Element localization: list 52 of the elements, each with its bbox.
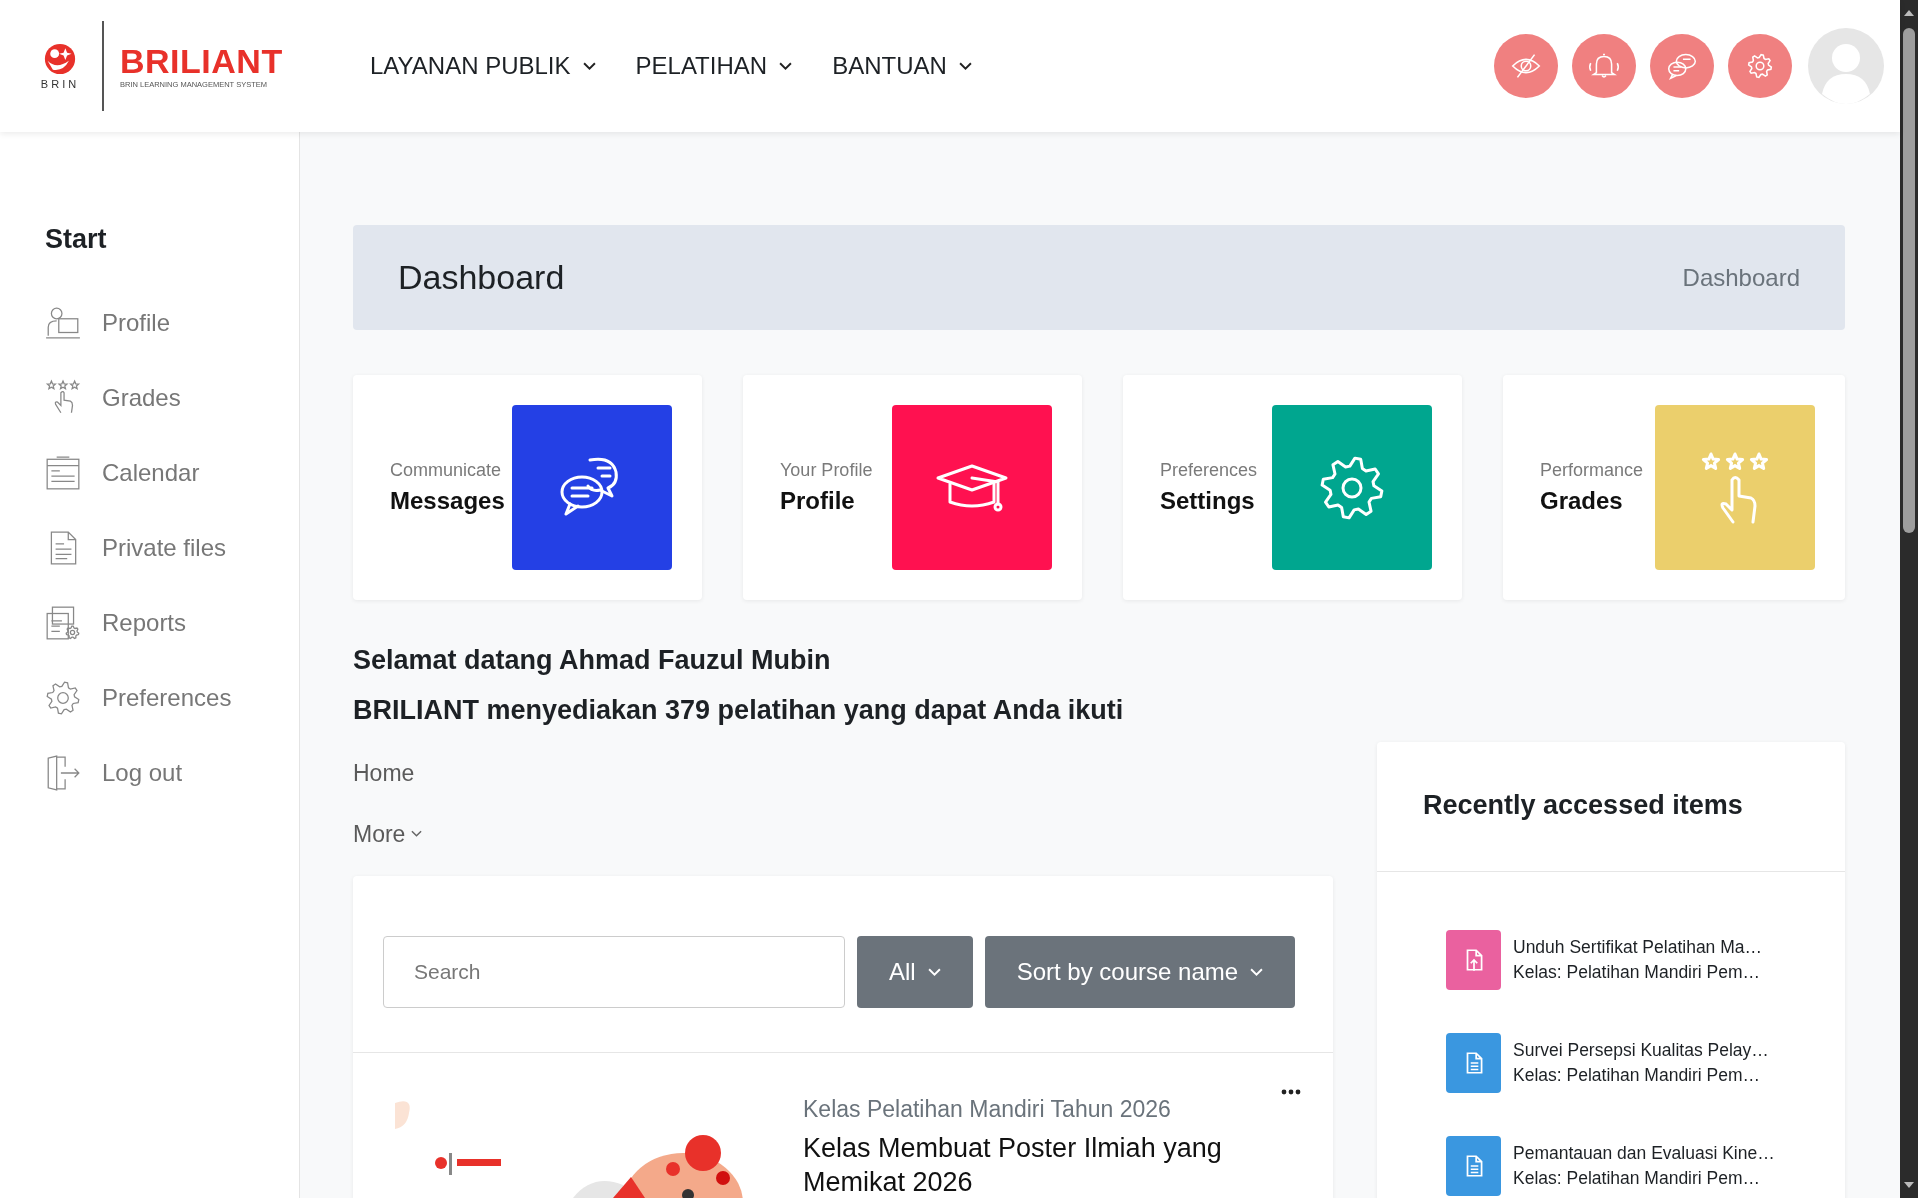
shortcut-card[interactable]: Preferences Settings [1123,375,1462,600]
sidebar-item[interactable]: Log out [0,735,299,810]
sidebar-item[interactable]: Reports [0,585,299,660]
more-options-icon[interactable] [1281,1089,1301,1095]
recent-title: Recently accessed items [1377,742,1845,872]
more-menu[interactable]: More [353,819,423,849]
nav-menu[interactable]: LAYANAN PUBLIK [370,52,596,80]
recent-item-course: Kelas: Pelatihan Mandiri Pem… [1513,962,1762,983]
card-caption: Your Profile [780,460,873,481]
caret-icon [779,61,793,71]
recent-item-link[interactable]: Pemantauan dan Evaluasi Kine… [1513,1143,1775,1164]
sidebar-item[interactable]: Private files [0,510,299,585]
sidebar-heading: Start [45,224,108,255]
card-caption: Communicate [390,460,503,481]
scrollbar[interactable] [1900,0,1918,1198]
page-title: Dashboard [398,258,565,297]
card-title: Profile [780,487,856,515]
shortcut-card[interactable]: Your Profile Profile [743,375,1082,600]
brin-logo-icon [42,42,78,75]
caret-icon [1250,967,1264,977]
card-title: Grades [1540,487,1624,515]
sort-dropdown[interactable]: Sort by course name [984,936,1296,1008]
sidebar-item[interactable]: Preferences [0,660,299,735]
shortcut-card[interactable]: Performance Grades [1503,375,1845,600]
recent-item-link[interactable]: Survei Persepsi Kualitas Pelay… [1513,1040,1769,1061]
card-title: Messages [390,487,505,515]
card-title: Settings [1160,487,1256,515]
caret-icon [582,61,596,71]
nav-menu[interactable]: PELATIHAN [635,52,793,80]
sidebar-item[interactable]: Grades [0,360,299,435]
sidebar-item[interactable]: Calendar [0,435,299,510]
caret-icon [927,967,941,977]
recent-item-link[interactable]: Unduh Sertifikat Pelatihan Ma… [1513,937,1763,958]
home-link[interactable]: Home [353,758,415,788]
card-caption: Performance [1540,460,1644,481]
recent-item-course: Kelas: Pelatihan Mandiri Pem… [1513,1168,1762,1189]
search-field[interactable]: Search [383,936,845,1008]
course-category: Kelas Pelatihan Mandiri Tahun 2026 [803,1095,1172,1124]
course-title[interactable]: Kelas Membuat Poster Ilmiah yang Memikat 2026 [803,1131,1263,1198]
breadcrumb-link[interactable]: Dashboard [1682,263,1800,292]
nav-menu[interactable]: BANTUAN [832,52,972,80]
brand-name: BRILIANT [120,43,283,78]
shortcut-card[interactable]: Communicate Messages [353,375,702,600]
caret-icon [958,61,972,71]
card-caption: Preferences [1160,460,1258,481]
course-count-message: BRILIANT menyediakan 379 pelatihan yang dapat Anda ikuti [353,694,1125,727]
filter-dropdown[interactable]: All [857,936,973,1008]
recent-item-course: Kelas: Pelatihan Mandiri Pem… [1513,1065,1762,1086]
caret-icon [411,830,423,838]
agency-name: BRIN [40,77,80,90]
welcome-message: Selamat datang Ahmad Fauzul Mubin [353,644,832,677]
sidebar-item[interactable]: Profile [0,285,299,360]
